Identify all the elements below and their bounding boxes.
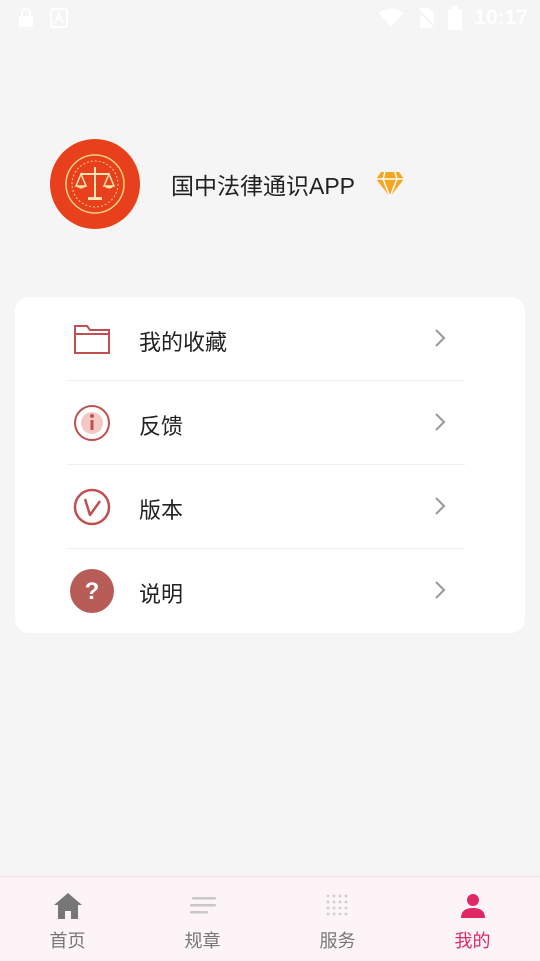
tab-mine[interactable]: 我的 bbox=[405, 877, 540, 961]
folder-icon bbox=[74, 325, 110, 354]
chevron-right-icon bbox=[435, 497, 446, 515]
menu-item-label: 说明 bbox=[139, 582, 184, 607]
font-a-icon bbox=[50, 8, 68, 28]
chevron-right-icon bbox=[435, 581, 446, 599]
chevron-right-icon bbox=[435, 413, 446, 431]
bottom-tab-bar: 首页 规章 服务 我的 bbox=[0, 876, 540, 961]
menu-item-favorites[interactable]: 我的收藏 bbox=[15, 297, 525, 381]
tab-services[interactable]: 服务 bbox=[270, 877, 405, 961]
app-name: 国中法律通识APP bbox=[171, 173, 356, 199]
menu-item-label: 版本 bbox=[139, 498, 184, 523]
person-icon bbox=[460, 894, 485, 918]
list-icon bbox=[189, 897, 216, 914]
dots-grid-icon bbox=[326, 894, 347, 916]
info-icon bbox=[74, 405, 110, 441]
menu-card: 我的收藏 反馈 版本 ? 说明 bbox=[15, 297, 525, 633]
menu-item-label: 我的收藏 bbox=[139, 330, 228, 355]
check-circle-icon bbox=[73, 488, 111, 526]
menu-item-label: 反馈 bbox=[139, 414, 184, 439]
wifi-icon bbox=[378, 8, 404, 27]
battery-icon bbox=[448, 6, 463, 30]
tab-home[interactable]: 首页 bbox=[0, 877, 135, 961]
tab-label: 首页 bbox=[49, 931, 86, 951]
menu-item-help[interactable]: ? 说明 bbox=[15, 549, 525, 633]
status-left bbox=[18, 8, 68, 28]
chevron-right-icon bbox=[435, 329, 446, 347]
tab-label: 规章 bbox=[184, 931, 221, 951]
question-icon: ? bbox=[70, 569, 114, 613]
scales-of-justice-icon bbox=[65, 154, 125, 214]
diamond-icon bbox=[376, 171, 405, 198]
svg-text:?: ? bbox=[85, 578, 100, 605]
lock-icon bbox=[19, 8, 33, 27]
menu-item-feedback[interactable]: 反馈 bbox=[15, 381, 525, 465]
status-bar: 10:17 bbox=[0, 0, 540, 36]
home-icon bbox=[53, 893, 82, 919]
tab-rules[interactable]: 规章 bbox=[135, 877, 270, 961]
no-sim-icon bbox=[416, 8, 437, 28]
status-time: 10:17 bbox=[474, 6, 528, 29]
status-right: 10:17 bbox=[378, 6, 528, 30]
profile-header: 国中法律通识APP bbox=[50, 139, 405, 229]
app-avatar[interactable] bbox=[50, 139, 140, 229]
menu-item-version[interactable]: 版本 bbox=[15, 465, 525, 549]
tab-label: 我的 bbox=[454, 931, 491, 951]
tab-label: 服务 bbox=[319, 931, 356, 951]
